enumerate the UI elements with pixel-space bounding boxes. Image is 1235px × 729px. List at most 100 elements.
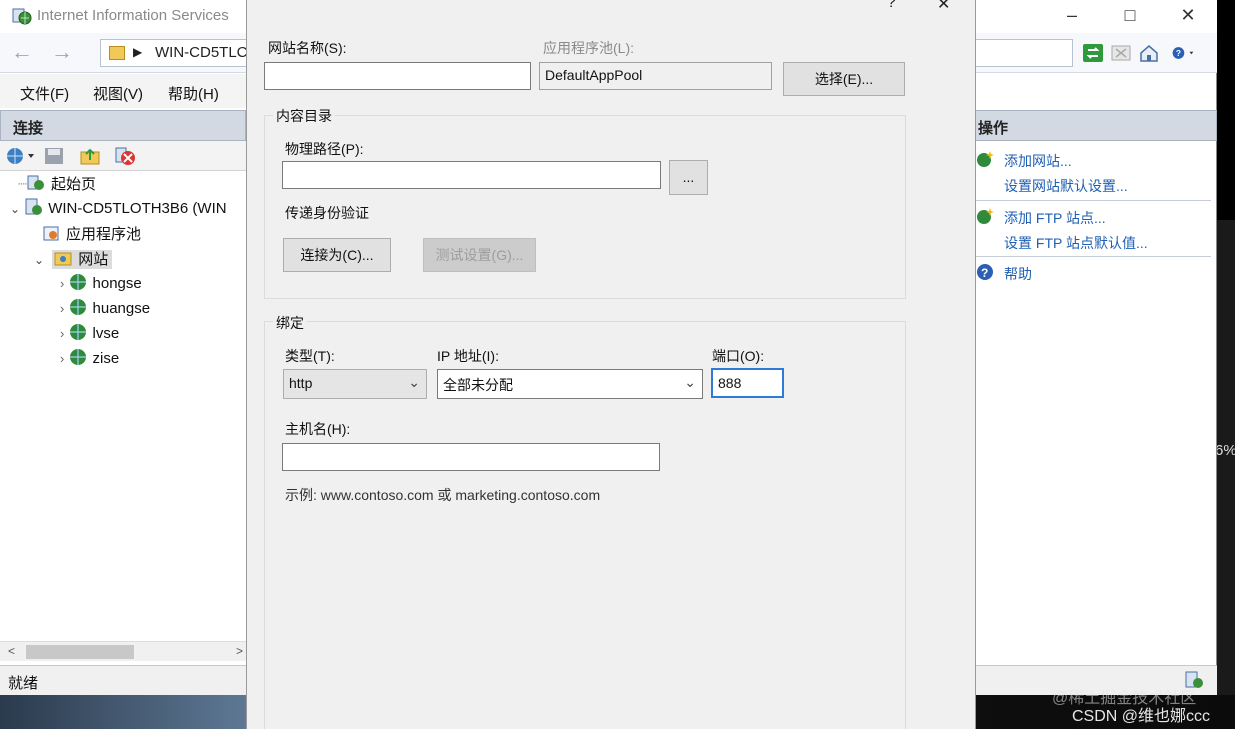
scroll-right-arrow-icon[interactable]: > — [236, 644, 243, 658]
port-input[interactable] — [711, 368, 784, 398]
site-name-input[interactable] — [264, 62, 531, 90]
app-pool-field: DefaultAppPool — [539, 62, 772, 90]
iis-app-icon — [12, 8, 32, 25]
menu-help[interactable]: 帮助(H) — [168, 83, 219, 104]
menu-bar: 文件(F) 视图(V) 帮助(H) — [0, 74, 246, 108]
action-help[interactable]: 帮助 — [1004, 264, 1032, 284]
chevron-down-icon: ⌄ — [408, 374, 420, 390]
physical-path-input[interactable] — [282, 161, 661, 189]
dialog-close-icon[interactable]: ✕ — [937, 0, 950, 14]
maximize-icon[interactable]: □ — [1101, 0, 1159, 33]
tree-item-start-page[interactable]: ┈ 起始页 — [18, 173, 96, 197]
address-path-box-right[interactable] — [975, 39, 1073, 67]
expand-chevron-icon[interactable]: › — [60, 326, 64, 341]
host-name-example: 示例: www.contoso.com 或 marketing.contoso.… — [285, 487, 601, 503]
tree-label: hongse — [92, 275, 142, 292]
collapse-chevron-icon[interactable]: ⌄ — [10, 202, 20, 216]
background-percent-text: 6% — [1215, 442, 1235, 459]
host-name-label: 主机名(H): — [285, 421, 351, 437]
scroll-left-arrow-icon[interactable]: < — [8, 644, 15, 658]
physical-path-label: 物理路径(P): — [285, 141, 364, 157]
actions-divider — [975, 200, 1211, 201]
tree-item-server[interactable]: ⌄ WIN-CD5TLOTH3B6 (WIN — [10, 198, 227, 222]
test-settings-button: 测试设置(G)... — [423, 238, 536, 272]
status-text: 就绪 — [8, 675, 39, 692]
browse-button[interactable]: ... — [669, 160, 708, 195]
action-add-ftp-site[interactable]: 添加 FTP 站点... — [1004, 208, 1106, 228]
menu-view[interactable]: 视图(V) — [93, 83, 143, 104]
svg-text:?: ? — [1176, 48, 1181, 58]
scrollbar-thumb[interactable] — [26, 645, 134, 659]
watermark-csdn: CSDN @维也娜ccc — [1072, 708, 1211, 725]
actions-divider — [975, 256, 1211, 257]
refresh-icon[interactable] — [1082, 43, 1104, 63]
connect-globe-icon[interactable] — [6, 147, 36, 165]
path-separator-icon: ▶ — [133, 45, 143, 59]
app-pool-icon — [43, 226, 59, 241]
globe-icon — [69, 349, 86, 365]
disconnect-icon[interactable] — [114, 146, 138, 166]
ip-address-select[interactable]: 全部未分配 ⌄ — [437, 369, 703, 399]
type-select-value: http — [289, 375, 313, 391]
window-title: Internet Information Services — [37, 7, 229, 24]
connections-title: 连接 — [13, 120, 44, 137]
select-app-pool-button[interactable]: 选择(E)... — [783, 62, 905, 96]
up-folder-icon[interactable] — [80, 146, 100, 166]
minimize-icon[interactable]: – — [1043, 0, 1101, 33]
add-ftp-icon — [977, 208, 994, 224]
tree-label: lvse — [92, 325, 120, 342]
forward-arrow-icon[interactable]: → — [48, 41, 76, 65]
ip-address-select-value: 全部未分配 — [443, 377, 513, 393]
host-name-input[interactable] — [282, 443, 660, 471]
content-directory-title: 内容目录 — [273, 106, 335, 126]
menu-file[interactable]: 文件(F) — [20, 83, 69, 104]
globe-icon — [69, 299, 86, 315]
tree-label: 网站 — [78, 251, 109, 268]
address-path-text: WIN-CD5TLC — [155, 44, 248, 61]
stop-icon[interactable] — [1110, 43, 1132, 63]
connect-as-button[interactable]: 连接为(C)... — [283, 238, 391, 272]
back-arrow-icon[interactable]: ← — [8, 41, 36, 65]
tree-item-site-zise[interactable]: › zise — [60, 348, 119, 372]
close-icon[interactable]: ✕ — [1159, 0, 1217, 33]
connections-header: 连接 — [0, 110, 246, 141]
action-ftp-defaults[interactable]: 设置 FTP 站点默认值... — [1004, 233, 1148, 253]
expand-chevron-icon[interactable]: › — [60, 351, 64, 366]
sites-folder-icon — [54, 252, 72, 266]
tree-label: 起始页 — [51, 176, 97, 193]
action-add-website[interactable]: 添加网站... — [1004, 151, 1072, 171]
help-dropdown-icon[interactable]: ? — [1172, 43, 1194, 63]
actions-title: 操作 — [978, 120, 1009, 137]
expand-chevron-icon[interactable]: › — [60, 276, 64, 291]
add-website-dialog: ? ✕ 网站名称(S): 应用程序池(L): DefaultAppPool 选择… — [246, 0, 976, 729]
tree-label: zise — [92, 350, 120, 367]
port-label: 端口(O): — [712, 348, 765, 364]
home-icon[interactable] — [1138, 43, 1160, 63]
dialog-help-icon[interactable]: ? — [887, 0, 896, 12]
svg-text:?: ? — [981, 266, 988, 280]
collapse-chevron-icon[interactable]: ⌄ — [34, 253, 44, 267]
address-path-box[interactable]: ▶ WIN-CD5TLC — [100, 39, 248, 67]
tree-label: 应用程序池 — [66, 226, 142, 243]
app-pool-label: 应用程序池(L): — [543, 40, 634, 56]
start-page-icon — [27, 175, 45, 190]
tree-item-site-lvse[interactable]: › lvse — [60, 323, 119, 347]
expand-chevron-icon[interactable]: › — [60, 301, 64, 316]
binding-title: 绑定 — [273, 313, 307, 333]
actions-header: 操作 — [975, 110, 1217, 141]
server-icon — [25, 198, 43, 215]
tree-horizontal-scrollbar[interactable]: < > — [0, 641, 246, 661]
site-name-label: 网站名称(S): — [268, 40, 347, 56]
server-folder-icon — [109, 46, 125, 60]
action-site-defaults[interactable]: 设置网站默认设置... — [1004, 176, 1128, 196]
tree-item-sites[interactable]: ⌄ 网站 — [34, 248, 113, 272]
globe-icon — [69, 274, 86, 290]
tree-item-site-huangse[interactable]: › huangse — [60, 298, 150, 322]
pass-through-auth-label: 传递身份验证 — [285, 205, 369, 221]
type-label: 类型(T): — [285, 348, 335, 364]
tree-item-app-pools[interactable]: 应用程序池 — [42, 223, 141, 247]
save-icon[interactable] — [44, 147, 64, 165]
tree-label: WIN-CD5TLOTH3B6 (WIN — [48, 200, 227, 217]
tree-item-site-hongse[interactable]: › hongse — [60, 273, 142, 297]
type-select[interactable]: http ⌄ — [283, 369, 427, 399]
